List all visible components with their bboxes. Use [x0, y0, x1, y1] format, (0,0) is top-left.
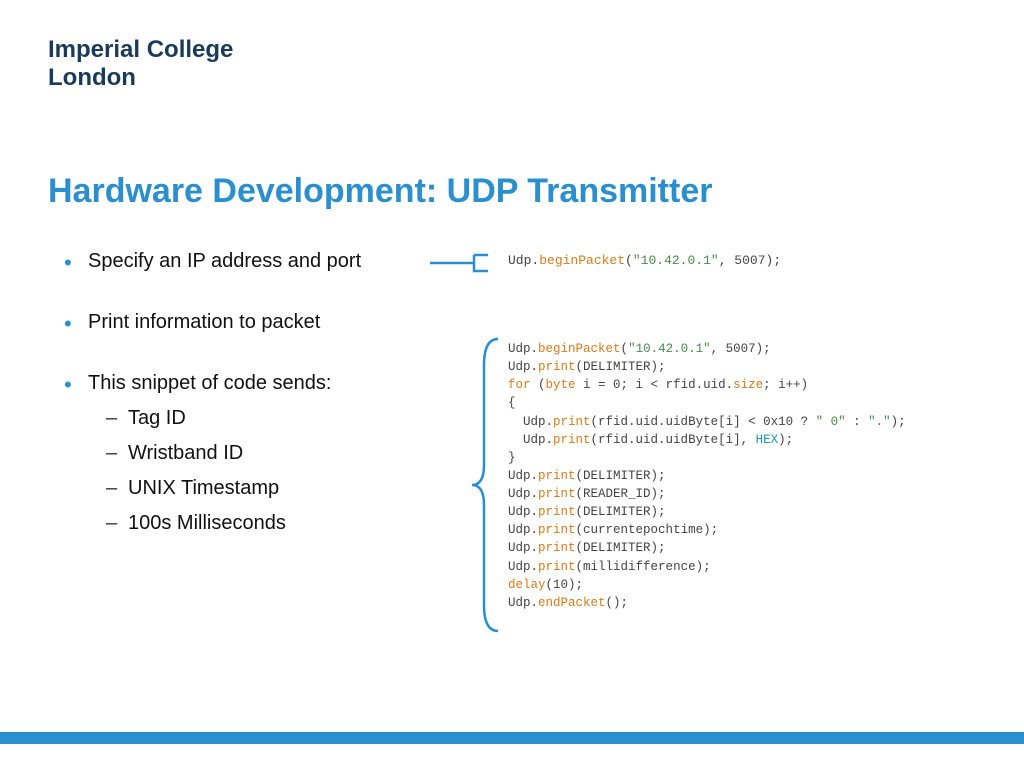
- sub-4: 100s Milliseconds: [88, 510, 420, 537]
- bullet-3: This snippet of code sends: Tag ID Wrist…: [60, 370, 420, 537]
- brace-connector-icon: [470, 335, 500, 635]
- arrow-connector-icon: [430, 253, 490, 273]
- org-logo: Imperial College London: [48, 36, 233, 91]
- sub-2: Wristband ID: [88, 440, 420, 467]
- sub-3: UNIX Timestamp: [88, 475, 420, 502]
- sub-1: Tag ID: [88, 405, 420, 432]
- bullet-1: Specify an IP address and port: [60, 248, 420, 275]
- slide-title: Hardware Development: UDP Transmitter: [48, 172, 712, 211]
- code-snippet-2: Udp.beginPacket("10.42.0.1", 5007); Udp.…: [508, 340, 906, 612]
- footer-bar: [0, 732, 1024, 744]
- bullet-list: Specify an IP address and port Print inf…: [60, 248, 420, 571]
- code-snippet-1: Udp.beginPacket("10.42.0.1", 5007);: [508, 252, 781, 271]
- logo-line1: Imperial College: [48, 36, 233, 64]
- bullet-3-text: This snippet of code sends:: [88, 372, 331, 394]
- logo-line2: London: [48, 64, 233, 92]
- bullet-2: Print information to packet: [60, 309, 420, 336]
